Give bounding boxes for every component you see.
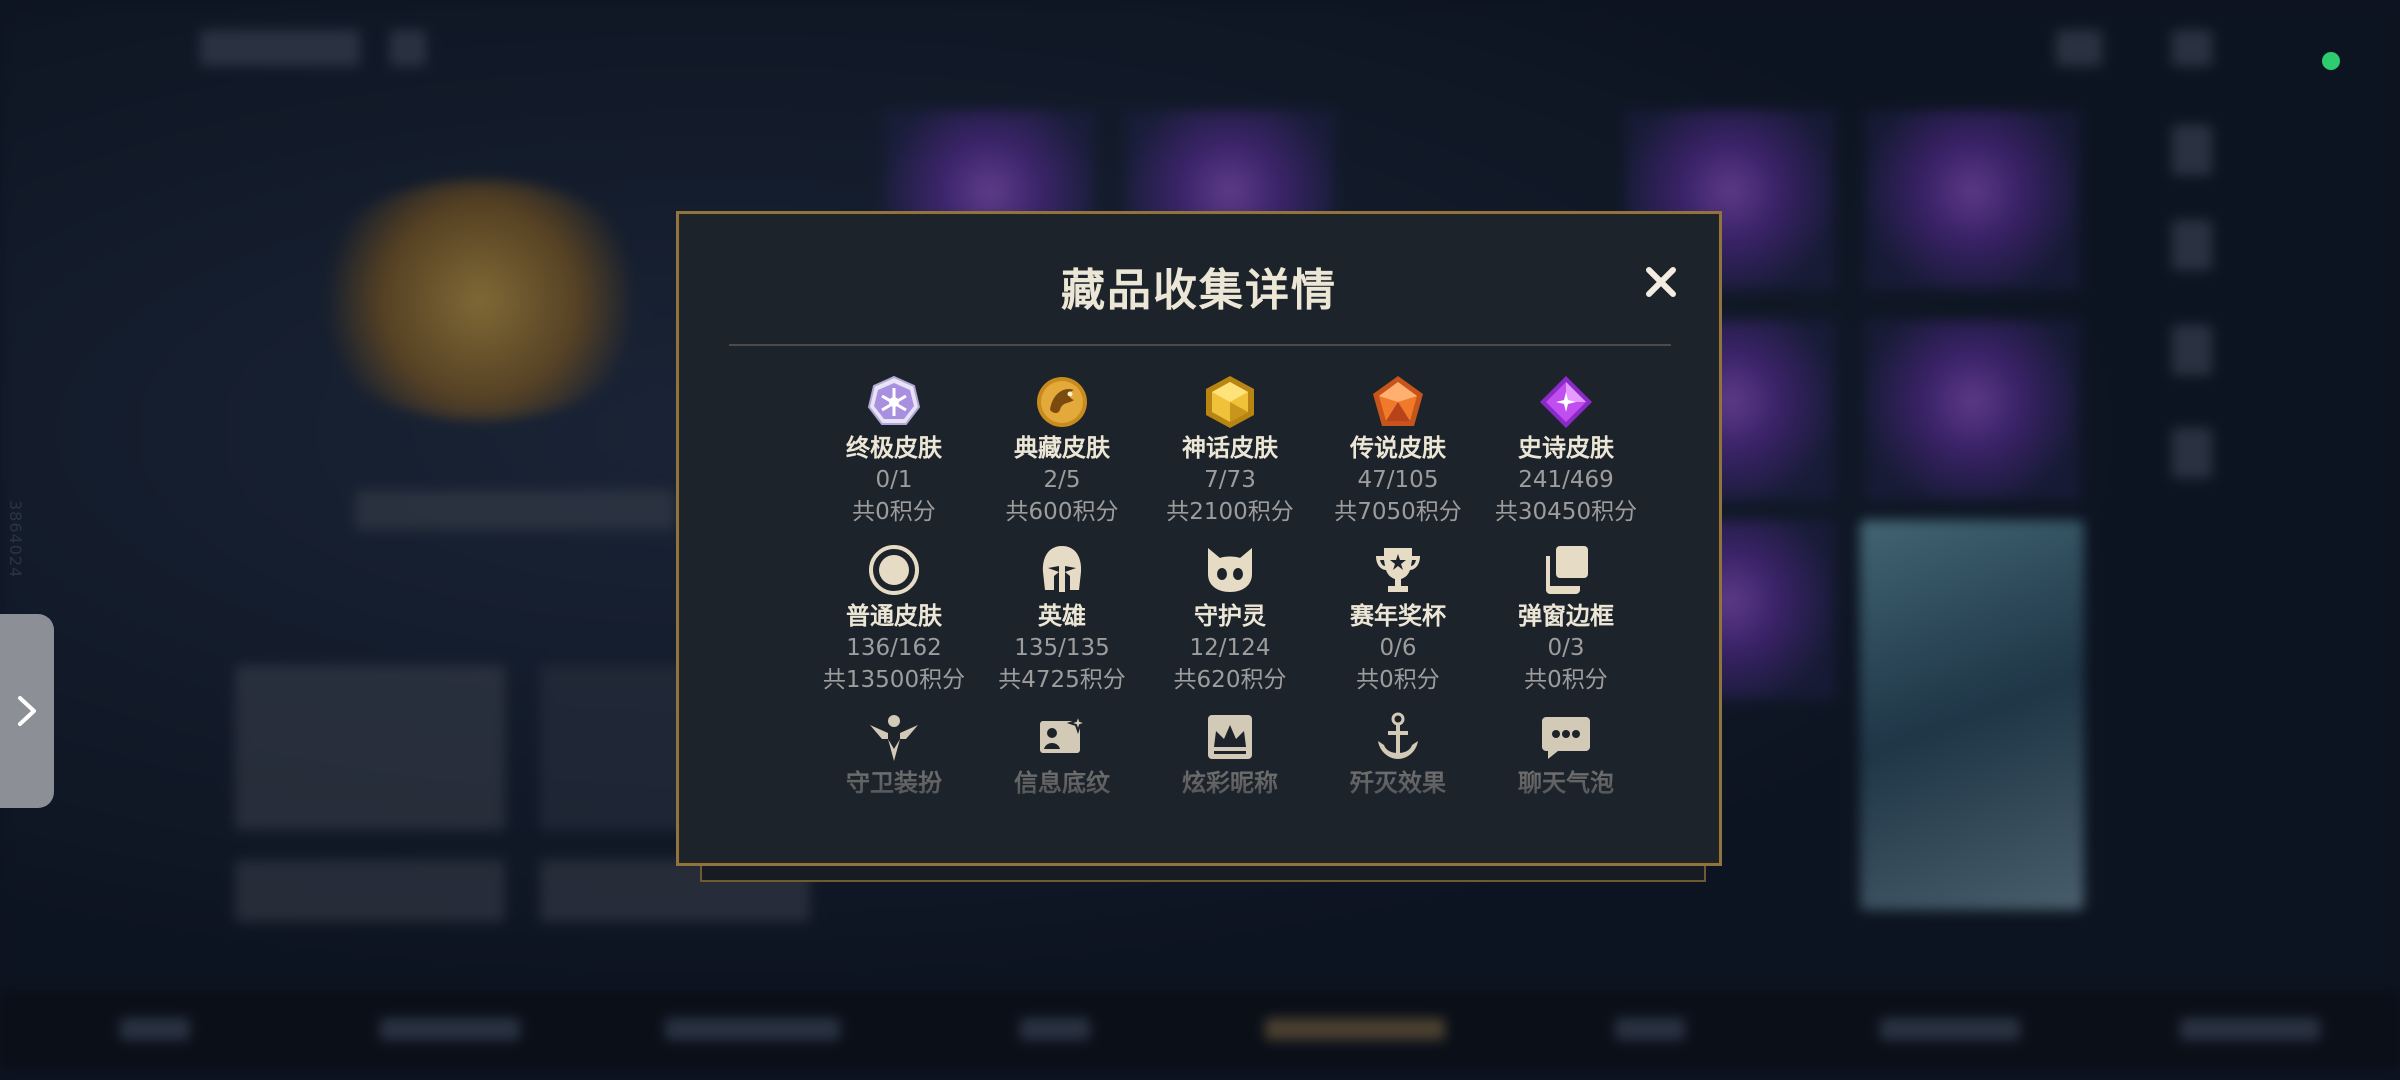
colorful-nickname-icon [1208, 715, 1252, 759]
common-skin-icon [869, 545, 919, 595]
guard-outfit-icon [870, 715, 918, 761]
collection-details-modal: 藏品收集详情 终极皮肤 0/1 共0积分 典藏皮肤 2/5 共600积分 神话皮… [676, 211, 1722, 866]
mythic-skin-icon [1206, 376, 1254, 428]
ultimate-skin-icon [867, 375, 921, 425]
hero-helmet-icon [1042, 546, 1082, 592]
status-indicator-dot [2322, 52, 2340, 70]
collection-grid: 终极皮肤 0/1 共0积分 典藏皮肤 2/5 共600积分 神话皮肤 7/73 … [729, 374, 1669, 844]
title-divider [729, 344, 1671, 346]
trophy-icon [1376, 548, 1420, 592]
popup-frame-icon [1546, 546, 1588, 594]
guardian-spirit-icon [1208, 548, 1252, 592]
collection-item-popup-frame[interactable]: 弹窗边框 0/3 共0积分 [1466, 542, 1666, 696]
close-icon [1646, 267, 1676, 297]
info-background-icon [1040, 711, 1090, 753]
close-button[interactable] [1637, 258, 1685, 306]
vertical-id-text: 3864024 [6, 500, 25, 579]
epic-skin-icon [1540, 376, 1592, 428]
modal-title: 藏品收集详情 [1061, 265, 1337, 316]
annihilation-effect-icon [1378, 712, 1418, 759]
chevron-right-icon [18, 696, 36, 726]
legendary-skin-icon [1373, 376, 1423, 426]
collector-skin-icon [1037, 377, 1087, 427]
collection-item-chat-bubble[interactable]: 聊天气泡 [1466, 709, 1666, 799]
side-expand-tab[interactable] [0, 614, 54, 808]
collection-item-epic-skin[interactable]: 史诗皮肤 241/469 共30450积分 [1466, 374, 1666, 528]
chat-bubble-icon [1542, 717, 1590, 759]
